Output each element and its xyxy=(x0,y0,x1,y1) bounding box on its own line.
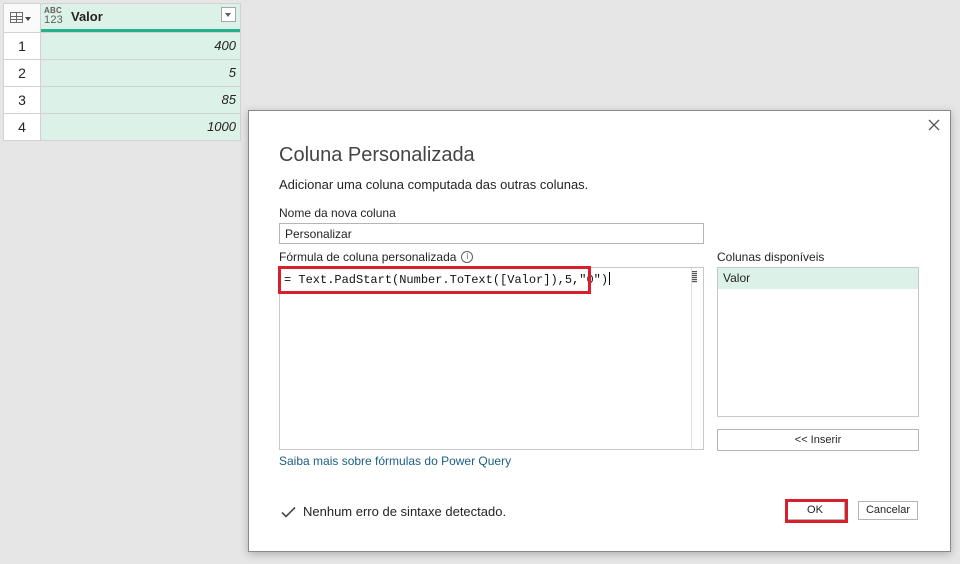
column-header-valor[interactable]: ABC 123 Valor xyxy=(41,4,240,32)
row-number: 3 xyxy=(4,87,41,113)
check-icon xyxy=(281,506,296,518)
close-icon[interactable] xyxy=(926,117,942,133)
status-text: Nenhum erro de sintaxe detectado. xyxy=(303,504,507,519)
cell-value[interactable]: 1000 xyxy=(41,114,240,140)
table-menu-button[interactable] xyxy=(4,4,41,32)
dialog-title: Coluna Personalizada xyxy=(279,144,475,166)
dialog-description: Adicionar uma coluna computada das outra… xyxy=(279,177,589,192)
info-icon[interactable]: i xyxy=(461,250,474,263)
learn-more-link[interactable]: Saiba mais sobre fórmulas do Power Query xyxy=(279,454,511,468)
table-row[interactable]: 1 400 xyxy=(4,33,240,60)
caret-down-icon xyxy=(25,17,31,21)
new-column-name-label: Nome da nova coluna xyxy=(279,206,396,220)
new-column-name-input[interactable] xyxy=(279,223,704,244)
cell-value[interactable]: 400 xyxy=(41,33,240,59)
insert-button[interactable]: << Inserir xyxy=(717,429,919,451)
table-row[interactable]: 3 85 xyxy=(4,87,240,114)
any-type-icon[interactable]: ABC 123 xyxy=(44,6,66,26)
formula-editor[interactable]: = Text.PadStart(Number.ToText([Valor]),5… xyxy=(279,267,704,450)
formula-scroll-thumb[interactable] xyxy=(692,271,697,283)
grid-header: ABC 123 Valor xyxy=(4,4,240,33)
cell-value[interactable]: 5 xyxy=(41,60,240,86)
ok-button[interactable]: OK xyxy=(785,501,845,520)
custom-column-dialog: Coluna Personalizada Adicionar uma colun… xyxy=(248,110,951,552)
cancel-button[interactable]: Cancelar xyxy=(858,501,918,520)
row-number: 2 xyxy=(4,60,41,86)
syntax-status: Nenhum erro de sintaxe detectado. xyxy=(281,504,506,519)
row-number: 4 xyxy=(4,114,41,140)
formula-scroll-track xyxy=(691,268,692,449)
available-columns-list[interactable]: Valor xyxy=(717,267,919,417)
column-title: Valor xyxy=(71,9,103,24)
data-grid: ABC 123 Valor 1 400 2 5 3 85 4 1000 xyxy=(3,3,241,141)
available-columns-label: Colunas disponíveis xyxy=(717,250,825,264)
row-number: 1 xyxy=(4,33,41,59)
table-row[interactable]: 4 1000 xyxy=(4,114,240,140)
table-row[interactable]: 2 5 xyxy=(4,60,240,87)
list-item[interactable]: Valor xyxy=(718,268,918,289)
cell-value[interactable]: 85 xyxy=(41,87,240,113)
table-icon xyxy=(10,12,23,23)
dropdown-icon[interactable] xyxy=(221,7,236,22)
formula-label: Fórmula de coluna personalizada i xyxy=(279,250,474,264)
formula-text[interactable]: = Text.PadStart(Number.ToText([Valor]),5… xyxy=(284,272,610,287)
